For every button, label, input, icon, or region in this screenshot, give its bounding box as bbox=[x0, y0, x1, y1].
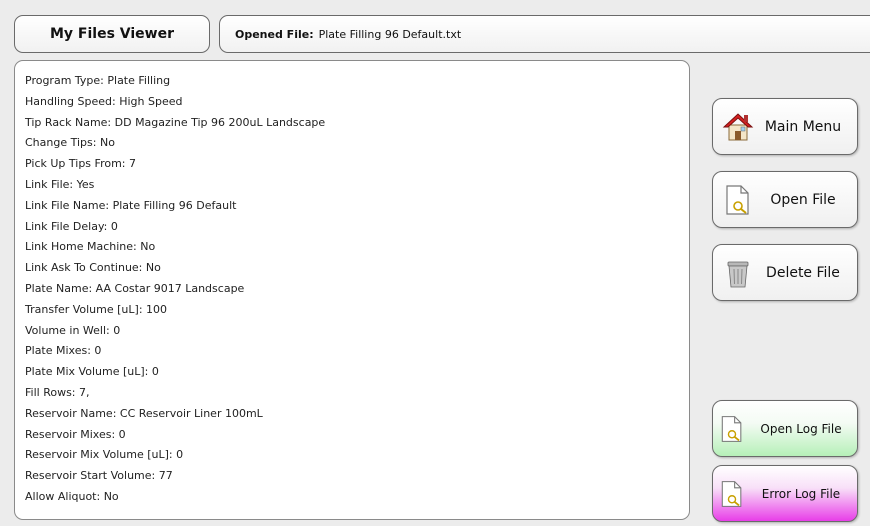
file-line: Transfer Volume [uL]: 100 bbox=[25, 302, 168, 316]
app-title: My Files Viewer bbox=[14, 15, 210, 53]
open-log-file-button[interactable]: Open Log File bbox=[712, 400, 858, 457]
file-line: Reservoir Start Volume: 77 bbox=[25, 469, 173, 483]
document-search-icon bbox=[721, 415, 742, 442]
file-content-panel[interactable]: Program Type: Plate Filling Handling Spe… bbox=[14, 60, 690, 520]
error-log-file-label: Error Log File bbox=[761, 486, 841, 501]
main-menu-label: Main Menu bbox=[764, 118, 842, 135]
main-menu-button[interactable]: Main Menu bbox=[712, 98, 858, 155]
open-file-label: Open File bbox=[770, 191, 836, 208]
file-line: Handling Speed: High Speed bbox=[25, 94, 183, 108]
file-line: Link File Delay: 0 bbox=[25, 219, 118, 233]
trash-can-icon bbox=[727, 261, 749, 287]
file-line: Reservoir Mixes: 0 bbox=[25, 427, 126, 441]
file-line: Pick Up Tips From: 7 bbox=[25, 157, 136, 171]
house-icon bbox=[722, 112, 754, 140]
document-search-icon bbox=[726, 184, 749, 215]
file-line: Plate Mix Volume [uL]: 0 bbox=[25, 365, 159, 379]
opened-file-bar: Opened File: Plate Filling 96 Default.tx… bbox=[219, 15, 870, 53]
file-line: Reservoir Name: CC Reservoir Liner 100mL bbox=[25, 406, 263, 420]
file-lines: Program Type: Plate Filling Handling Spe… bbox=[15, 71, 689, 508]
file-line: Program Type: Plate Filling bbox=[25, 74, 171, 87]
file-line: Link Home Machine: No bbox=[25, 240, 156, 254]
error-log-file-button[interactable]: Error Log File bbox=[712, 465, 858, 522]
open-log-file-label: Open Log File bbox=[760, 421, 842, 436]
opened-file-name: Plate Filling 96 Default.txt bbox=[318, 27, 462, 41]
opened-file-label: Opened File: bbox=[235, 27, 314, 41]
app-title-text: My Files Viewer bbox=[49, 26, 174, 42]
delete-file-label: Delete File bbox=[766, 264, 840, 281]
file-line: Allow Aliquot: No bbox=[25, 489, 119, 503]
file-line: Plate Mixes: 0 bbox=[25, 344, 102, 358]
document-search-icon bbox=[721, 480, 742, 507]
file-line: Link File Name: Plate Filling 96 Default bbox=[25, 198, 237, 212]
file-line: Tip Rack Name: DD Magazine Tip 96 200uL … bbox=[25, 115, 326, 129]
file-line: Link File: Yes bbox=[25, 177, 95, 191]
file-line: Change Tips: No bbox=[25, 136, 115, 150]
file-line: Reservoir Mix Volume [uL]: 0 bbox=[25, 448, 184, 462]
file-line: Plate Name: AA Costar 9017 Landscape bbox=[25, 281, 245, 295]
open-file-button[interactable]: Open File bbox=[712, 171, 858, 228]
file-line: Link Ask To Continue: No bbox=[25, 261, 161, 275]
file-line: Fill Rows: 7, bbox=[25, 385, 90, 399]
file-line: Volume in Well: 0 bbox=[25, 323, 121, 337]
delete-file-button[interactable]: Delete File bbox=[712, 244, 858, 301]
